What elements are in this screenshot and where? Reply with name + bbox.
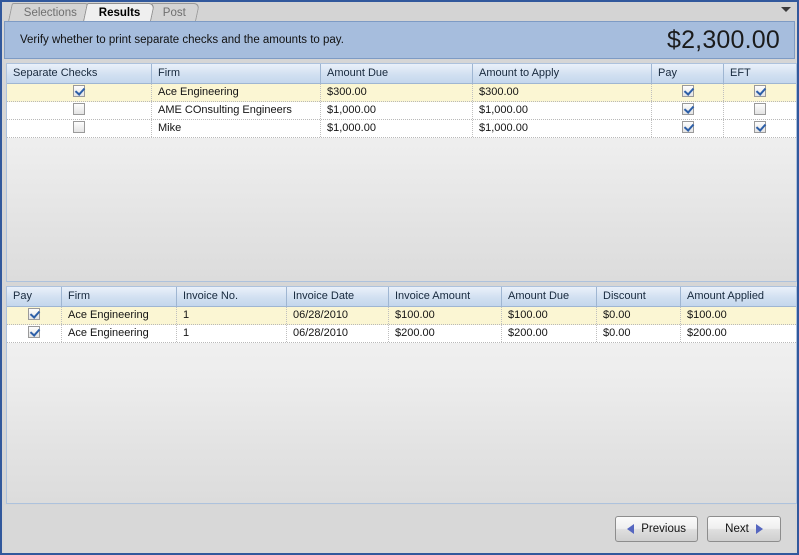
invoices-invoice_amount-cell: $200.00 — [389, 325, 502, 342]
wizard-window: Selections Results Post Verify whether to … — [0, 0, 799, 555]
checkbox-checked-icon[interactable] — [754, 121, 766, 133]
invoices-amount_due-cell: $200.00 — [502, 325, 597, 342]
arrow-right-icon — [755, 524, 763, 534]
invoices-pay-cell[interactable] — [7, 307, 62, 324]
checkbox-checked-icon[interactable] — [754, 85, 766, 97]
table-row[interactable]: Ace Engineering 1 06/28/2010 $100.00 $100.00… — [7, 307, 796, 325]
total-amount: $2,300.00 — [666, 25, 780, 54]
checks-grid: Separate Checks Firm Amount Due Amount to A… — [6, 63, 797, 282]
checks-pay-cell[interactable] — [652, 102, 724, 119]
invoices-column-header[interactable]: Amount Applied — [681, 287, 796, 306]
invoices-invoice_date-cell: 06/28/2010 — [287, 307, 389, 324]
checks-amount_to_apply-cell: $1,000.00 — [473, 120, 652, 137]
invoices-invoice_amount-cell: $100.00 — [389, 307, 502, 324]
checks-column-header[interactable]: Separate Checks — [7, 64, 152, 83]
invoices-column-header[interactable]: Invoice Amount — [389, 287, 502, 306]
checkbox-unchecked-icon[interactable] — [754, 103, 766, 115]
invoices-firm-cell: Ace Engineering — [62, 307, 177, 324]
checks-pay-cell[interactable] — [652, 120, 724, 137]
table-row[interactable]: Ace Engineering $300.00 $300.00 — [7, 84, 796, 102]
previous-button[interactable]: Previous — [615, 516, 698, 542]
navigation-buttons: Previous Next — [615, 516, 781, 542]
invoices-column-header[interactable]: Discount — [597, 287, 681, 306]
footer-bar: Previous Next — [4, 505, 795, 553]
invoices-invoice_no-cell: 1 — [177, 325, 287, 342]
tab-results[interactable]: Results — [83, 3, 155, 21]
checkbox-checked-icon[interactable] — [28, 308, 40, 320]
checks-column-header[interactable]: EFT — [724, 64, 796, 83]
checkbox-checked-icon[interactable] — [28, 326, 40, 338]
checks-amount_due-cell: $1,000.00 — [321, 102, 473, 119]
invoices-invoice_date-cell: 06/28/2010 — [287, 325, 389, 342]
tab-label: Results — [98, 7, 141, 19]
checkbox-checked-icon[interactable] — [681, 85, 694, 97]
invoices-column-header[interactable]: Invoice Date — [287, 287, 389, 306]
checkbox-unchecked-icon[interactable] — [73, 103, 85, 115]
checks-grid-body[interactable]: Ace Engineering $300.00 $300.00 AME COnsult… — [7, 84, 796, 281]
checks-grid-header: Separate Checks Firm Amount Due Amount to A… — [7, 64, 796, 84]
checkbox-checked-icon[interactable] — [681, 103, 694, 115]
tab-label: Selections — [23, 7, 77, 19]
table-row[interactable]: Mike $1,000.00 $1,000.00 — [7, 120, 796, 138]
checks-eft-cell[interactable] — [724, 84, 796, 101]
checks-amount_to_apply-cell: $1,000.00 — [473, 102, 652, 119]
checks-eft-cell[interactable] — [724, 102, 796, 119]
checks-firm-cell: Ace Engineering — [152, 84, 321, 101]
invoices-column-header[interactable]: Pay — [7, 287, 62, 306]
invoices-grid-header: Pay Firm Invoice No. Invoice Date Invoice Am… — [7, 287, 796, 307]
checks-pay-cell[interactable] — [652, 84, 724, 101]
invoices-grid: Pay Firm Invoice No. Invoice Date Invoice Am… — [6, 286, 797, 504]
checks-column-header[interactable]: Amount to Apply — [473, 64, 652, 83]
invoices-column-header[interactable]: Amount Due — [502, 287, 597, 306]
checks-column-header[interactable]: Firm — [152, 64, 321, 83]
checks-column-header[interactable]: Amount Due — [321, 64, 473, 83]
checks-amount_due-cell: $1,000.00 — [321, 120, 473, 137]
invoices-amount_applied-cell: $100.00 — [687, 309, 727, 321]
checks-firm-cell: Mike — [152, 120, 321, 137]
next-button[interactable]: Next — [707, 516, 781, 542]
checkbox-checked-icon[interactable] — [73, 85, 85, 97]
invoices-column-header[interactable]: Firm — [62, 287, 177, 306]
chevron-down-icon[interactable] — [781, 7, 791, 12]
tab-strip: Selections Results Post — [2, 2, 797, 21]
checks-separate_checks-cell[interactable] — [7, 102, 152, 119]
checks-amount_due-cell: $300.00 — [321, 84, 473, 101]
invoices-amount_applied-cell: $200.00 — [687, 327, 727, 339]
invoices-grid-body[interactable]: Ace Engineering 1 06/28/2010 $100.00 $100.00… — [7, 307, 796, 503]
invoices-discount-cell: $0.00 — [597, 307, 681, 324]
tab-post[interactable]: Post — [146, 3, 200, 21]
checks-firm-cell: AME COnsulting Engineers — [152, 102, 321, 119]
invoices-discount-cell: $0.00 — [597, 325, 681, 342]
invoices-amount_due-cell: $100.00 — [502, 307, 597, 324]
previous-button-label: Previous — [641, 523, 686, 535]
arrow-left-icon — [627, 524, 635, 534]
invoices-pay-cell[interactable] — [7, 325, 62, 342]
instruction-text: Verify whether to print separate checks … — [20, 34, 344, 46]
invoices-firm-cell: Ace Engineering — [62, 325, 177, 342]
next-button-label: Next — [725, 523, 749, 535]
tab-selections[interactable]: Selections — [8, 3, 91, 21]
invoices-invoice_no-cell: 1 — [177, 307, 287, 324]
checks-eft-cell[interactable] — [724, 120, 796, 137]
table-row[interactable]: Ace Engineering 1 06/28/2010 $200.00 $200.00… — [7, 325, 796, 343]
checkbox-checked-icon[interactable] — [681, 121, 694, 133]
tab-label: Post — [162, 7, 186, 19]
checks-separate_checks-cell[interactable] — [7, 120, 152, 137]
checks-amount_to_apply-cell: $300.00 — [473, 84, 652, 101]
instruction-banner: Verify whether to print separate checks … — [4, 21, 795, 59]
checks-column-header[interactable]: Pay — [652, 64, 724, 83]
table-row[interactable]: AME COnsulting Engineers $1,000.00 $1,000.… — [7, 102, 796, 120]
invoices-column-header[interactable]: Invoice No. — [177, 287, 287, 306]
tab-list: Selections Results Post — [8, 2, 200, 21]
checkbox-unchecked-icon[interactable] — [73, 121, 85, 133]
checks-separate_checks-cell[interactable] — [7, 84, 152, 101]
